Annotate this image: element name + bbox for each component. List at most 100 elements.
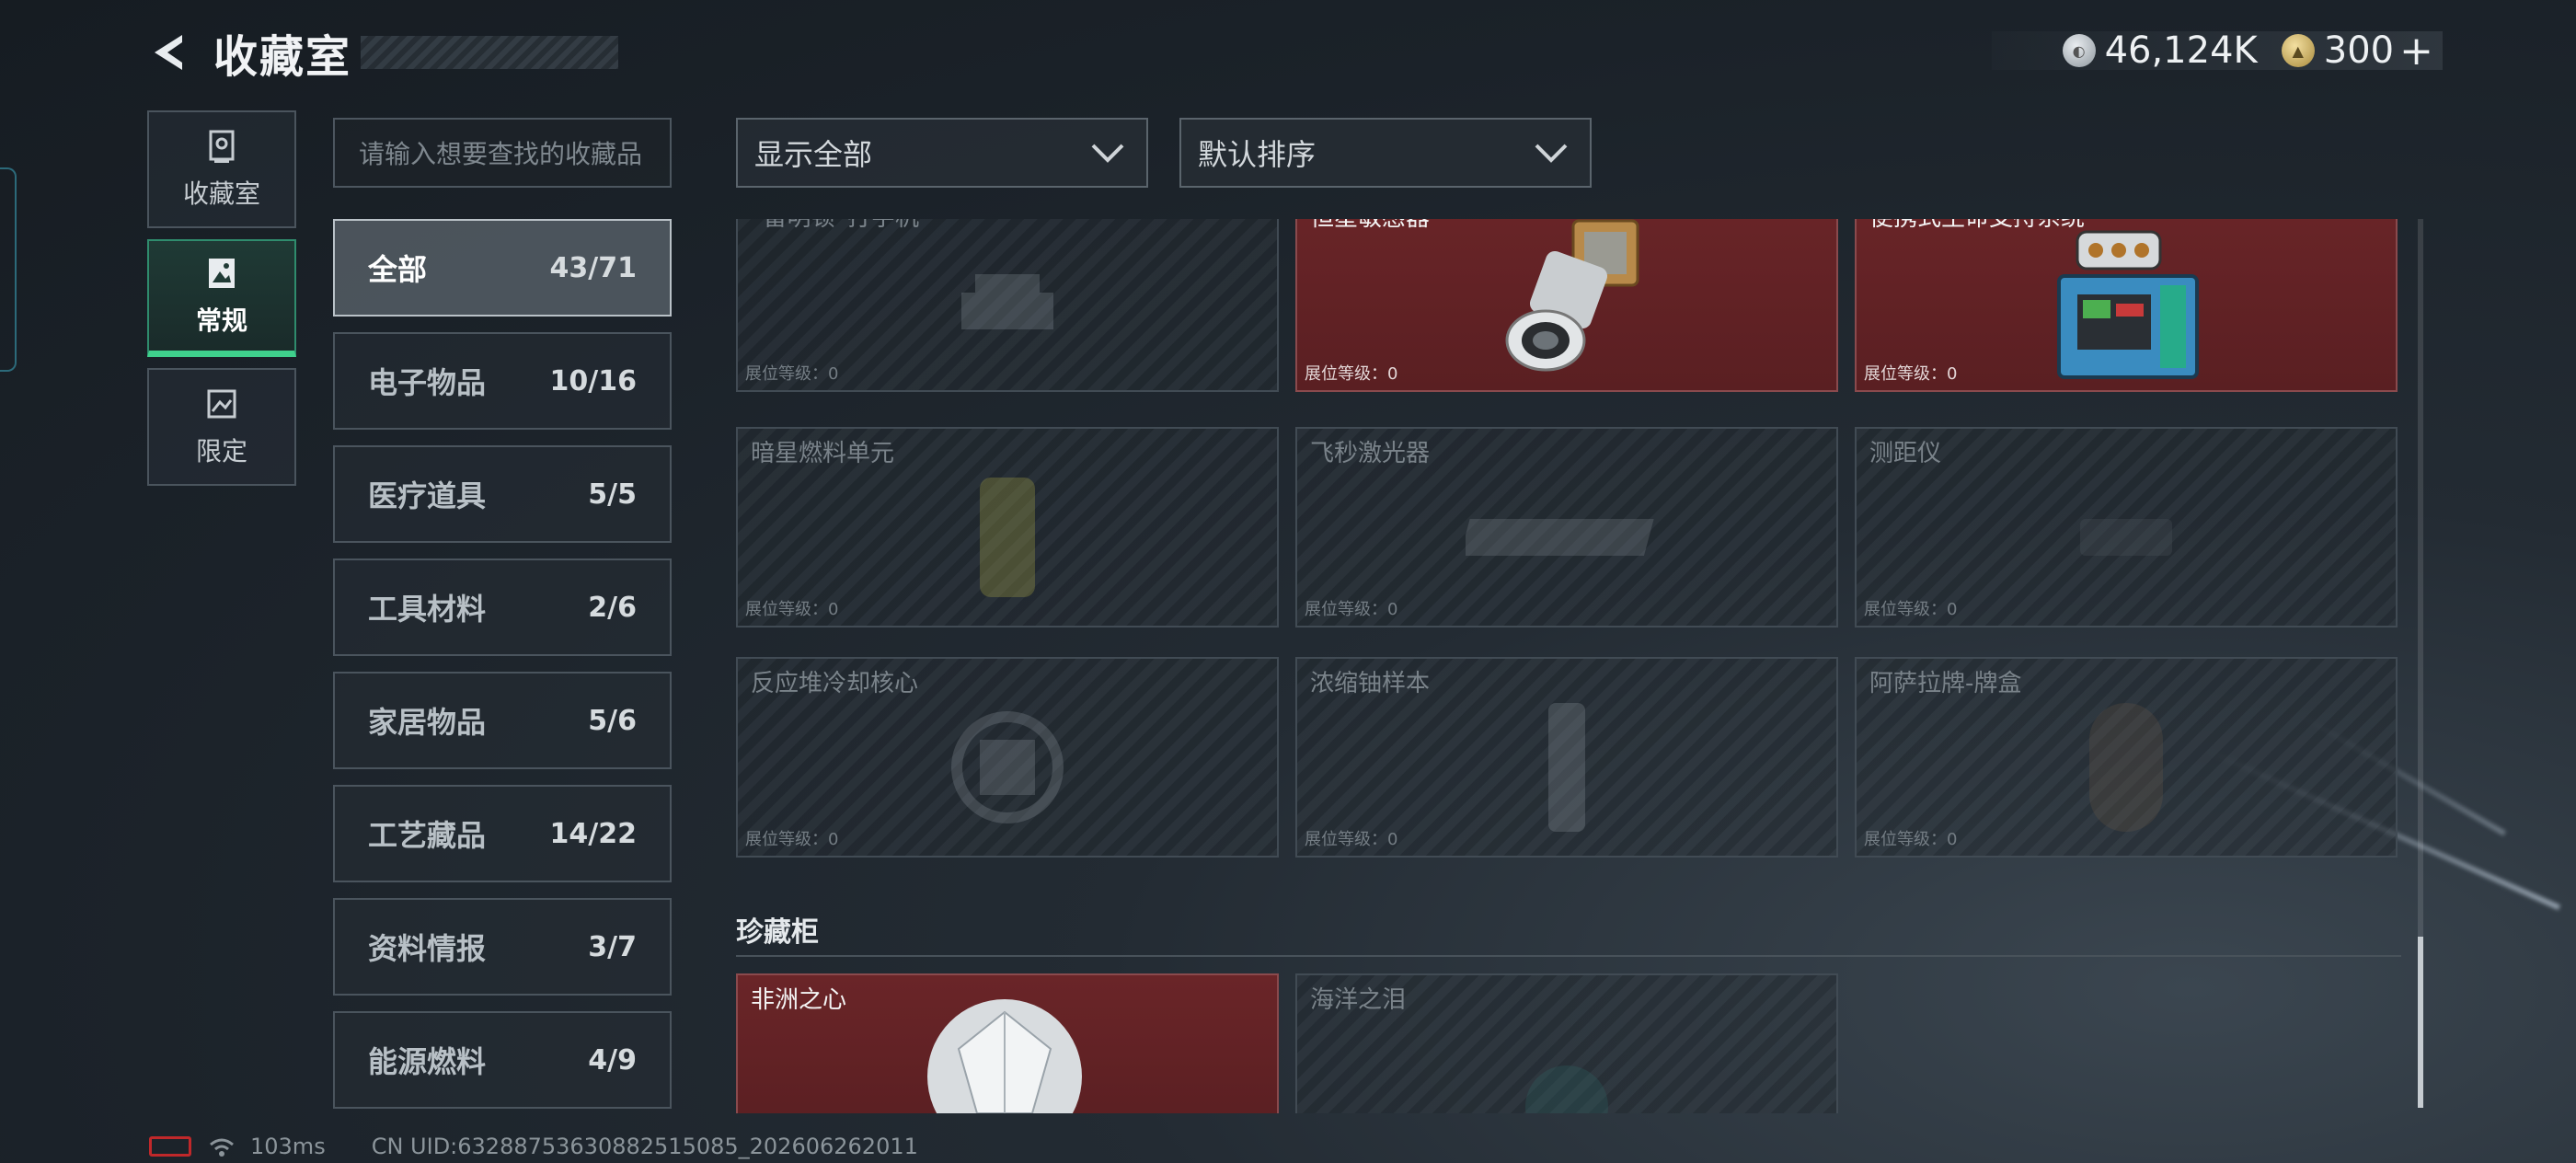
gold-amount: 300 bbox=[2323, 29, 2395, 72]
item-level: 展位等级：0 bbox=[745, 830, 839, 849]
category-count: 10/16 bbox=[549, 364, 637, 397]
add-currency-button[interactable]: + bbox=[2399, 28, 2433, 75]
category-intel[interactable]: 资料情报 3/7 bbox=[333, 898, 672, 996]
star-sensor-icon bbox=[1505, 219, 1639, 372]
category-household[interactable]: 家居物品 5/6 bbox=[333, 672, 672, 769]
collection-card[interactable]: 反应堆冷却核心 展位等级：0 bbox=[736, 657, 1279, 858]
category-name: 资料情报 bbox=[368, 931, 487, 966]
collection-card[interactable]: 恒星敏感器 展位等级：0 bbox=[1295, 219, 1838, 392]
nav-item-collection-room[interactable]: 收藏室 bbox=[147, 110, 296, 228]
category-name: 家居物品 bbox=[368, 705, 487, 740]
silver-coin-icon: ◐ bbox=[2062, 34, 2096, 67]
title-decoration bbox=[361, 36, 619, 69]
chevron-down-icon bbox=[1535, 144, 1568, 163]
item-name: 海洋之泪 bbox=[1310, 986, 1407, 1014]
category-all[interactable]: 全部 43/71 bbox=[333, 219, 672, 317]
search-input[interactable]: 请输入想要查找的收藏品 bbox=[333, 118, 672, 188]
trophy-case-icon bbox=[209, 130, 235, 163]
item-name: 测距仪 bbox=[1869, 440, 1942, 467]
category-name: 工艺藏品 bbox=[368, 818, 487, 853]
item-name: 飞秒激光器 bbox=[1310, 440, 1431, 467]
category-name: 工具材料 bbox=[368, 592, 487, 627]
item-name: 暗星燃料单元 bbox=[751, 440, 895, 467]
item-level: 展位等级：0 bbox=[1864, 364, 1958, 384]
search-placeholder: 请输入想要查找的收藏品 bbox=[359, 139, 643, 169]
currency-bar: ◐ 46,124K ▲ 300 + bbox=[1992, 28, 2443, 75]
section-title-treasure: 珍藏柜 bbox=[736, 916, 819, 949]
wifi-icon bbox=[210, 1138, 234, 1157]
page-header: 收藏室 bbox=[147, 20, 619, 85]
item-name: 恒星敏感器 bbox=[1310, 219, 1430, 233]
item-level: 展位等级：0 bbox=[1305, 830, 1398, 849]
sort-value: 默认排序 bbox=[1198, 137, 1317, 172]
display-filter-value: 显示全部 bbox=[754, 137, 873, 172]
category-count: 2/6 bbox=[588, 591, 637, 624]
collection-card[interactable]: 阿萨拉牌-牌盒 展位等级：0 bbox=[1855, 657, 2398, 858]
category-name: 能源燃料 bbox=[368, 1044, 487, 1079]
card-box-icon bbox=[2089, 702, 2163, 832]
item-level: 展位等级：0 bbox=[745, 600, 839, 619]
item-level: 展位等级：0 bbox=[1864, 830, 1958, 849]
battery-icon bbox=[149, 1136, 191, 1157]
nav-label: 收藏室 bbox=[182, 178, 260, 209]
treasure-card[interactable]: 非洲之心 bbox=[736, 973, 1279, 1113]
sort-dropdown[interactable]: 默认排序 bbox=[1179, 118, 1592, 188]
chevron-down-icon bbox=[1091, 144, 1124, 163]
laser-icon bbox=[1466, 518, 1654, 556]
category-name: 医疗道具 bbox=[368, 478, 487, 513]
nav-item-regular[interactable]: 常规 bbox=[147, 239, 296, 357]
category-medical[interactable]: 医疗道具 5/5 bbox=[333, 445, 672, 543]
scrollbar-thumb[interactable] bbox=[2418, 937, 2423, 1108]
back-arrow-icon[interactable] bbox=[147, 29, 193, 75]
uranium-sample-icon bbox=[1548, 702, 1585, 832]
treasure-card[interactable]: 海洋之泪 bbox=[1295, 973, 1838, 1113]
item-name: 反应堆冷却核心 bbox=[751, 670, 919, 697]
category-crafts[interactable]: 工艺藏品 14/22 bbox=[333, 785, 672, 882]
category-count: 5/6 bbox=[588, 704, 637, 737]
gold-coin-icon: ▲ bbox=[2281, 34, 2315, 67]
collection-grid: “雷明顿”打字机 展位等级：0 恒星敏感器 展位等级：0 便携式生命支持系统 展… bbox=[736, 219, 2401, 1113]
collection-card[interactable]: 浓缩铀样本 展位等级：0 bbox=[1295, 657, 1838, 858]
category-count: 5/5 bbox=[588, 478, 637, 511]
item-level: 展位等级：0 bbox=[745, 364, 839, 384]
item-level: 展位等级：0 bbox=[1864, 600, 1958, 619]
nav-item-limited[interactable]: 限定 bbox=[147, 368, 296, 486]
status-bar: 103ms CN UID:632887536308825150​85_20260… bbox=[149, 1134, 918, 1159]
category-count: 14/22 bbox=[549, 817, 637, 850]
category-list: 全部 43/71 电子物品 10/16 医疗道具 5/5 工具材料 2/6 家居… bbox=[333, 219, 672, 1124]
category-energy[interactable]: 能源燃料 4/9 bbox=[333, 1011, 672, 1109]
item-name: 浓缩铀样本 bbox=[1310, 670, 1431, 697]
life-support-icon bbox=[2057, 230, 2199, 379]
diamond-icon bbox=[927, 999, 1082, 1113]
gem-icon bbox=[1525, 1065, 1608, 1113]
grid-scrollbar[interactable] bbox=[2418, 219, 2423, 1108]
category-tools[interactable]: 工具材料 2/6 bbox=[333, 558, 672, 656]
nav-label: 常规 bbox=[195, 305, 247, 336]
side-drawer-handle[interactable] bbox=[0, 167, 17, 372]
typewriter-icon bbox=[961, 273, 1053, 329]
section-divider bbox=[736, 955, 2401, 957]
category-count: 3/7 bbox=[588, 930, 637, 963]
collection-card[interactable]: 便携式生命支持系统 展位等级：0 bbox=[1855, 219, 2398, 392]
ping-value: 103ms bbox=[250, 1134, 326, 1159]
item-name: 阿萨拉牌-牌盒 bbox=[1869, 670, 2022, 697]
nav-label: 限定 bbox=[195, 436, 247, 466]
fuel-cell-icon bbox=[980, 477, 1035, 597]
collection-card[interactable]: 测距仪 展位等级：0 bbox=[1855, 427, 2398, 628]
user-uid: CN UID:632887536308825150​85_20260626201… bbox=[371, 1134, 918, 1159]
category-count: 43/71 bbox=[549, 251, 637, 284]
side-navigation: 收藏室 常规 限定 bbox=[147, 110, 296, 497]
category-name: 全部 bbox=[368, 252, 428, 287]
collection-card[interactable]: 暗星燃料单元 展位等级：0 bbox=[736, 427, 1279, 628]
item-name: “雷明顿”打字机 bbox=[751, 219, 919, 233]
item-level: 展位等级：0 bbox=[1305, 364, 1398, 384]
silver-amount: 46,124K bbox=[2104, 29, 2258, 72]
photo-frame-icon bbox=[209, 258, 235, 288]
collection-card[interactable]: 飞秒激光器 展位等级：0 bbox=[1295, 427, 1838, 628]
category-name: 电子物品 bbox=[368, 365, 487, 400]
reactor-core-icon bbox=[951, 710, 1064, 823]
collection-card[interactable]: “雷明顿”打字机 展位等级：0 bbox=[736, 219, 1279, 392]
rangefinder-icon bbox=[2080, 518, 2172, 556]
display-filter-dropdown[interactable]: 显示全部 bbox=[736, 118, 1148, 188]
category-electronics[interactable]: 电子物品 10/16 bbox=[333, 332, 672, 430]
